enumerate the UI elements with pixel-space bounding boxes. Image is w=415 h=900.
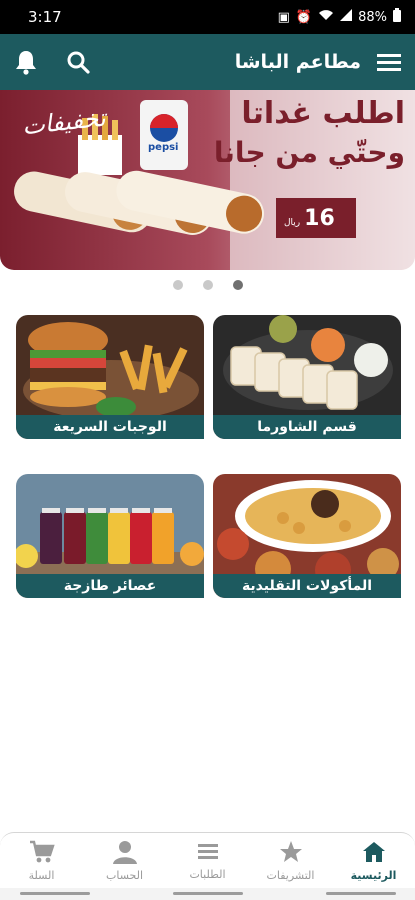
signal-icon: [340, 9, 353, 25]
nav-item-account[interactable]: الحساب: [85, 840, 165, 882]
sim-icon: ▣: [277, 9, 290, 25]
nav-label: السلة: [28, 868, 55, 882]
gesture-bar[interactable]: [326, 892, 396, 895]
nav-label: التشريفات: [266, 868, 315, 882]
banner-currency: ريال: [284, 218, 301, 228]
search-icon[interactable]: [64, 48, 92, 76]
nav-item-home[interactable]: الرئيسية: [334, 840, 414, 882]
carousel-dot-active[interactable]: [232, 280, 243, 290]
category-label: المأكولات التقليدية: [213, 574, 401, 598]
gesture-bar[interactable]: [20, 892, 90, 895]
banner-headline-2: وحتّي من جانا: [213, 136, 405, 169]
nav-item-cart[interactable]: السلة: [2, 840, 82, 882]
carousel-dot[interactable]: [172, 280, 183, 290]
carousel-indicator: [0, 280, 415, 290]
banner-brand: pepsi: [148, 142, 179, 153]
battery-icon: [393, 8, 401, 26]
list-icon: [197, 841, 219, 866]
category-card-juices[interactable]: عصائر طازجة: [16, 474, 204, 598]
carousel-dot[interactable]: [202, 280, 213, 290]
category-card-traditional[interactable]: المأكولات التقليدية: [213, 474, 401, 598]
nav-label: الحساب: [105, 868, 144, 882]
status-icons: ▣ ⏰ 88%: [278, 8, 401, 26]
category-label: قسم الشاورما: [213, 415, 401, 439]
user-icon: [112, 840, 137, 867]
category-card-shawarma[interactable]: قسم الشاورما: [213, 315, 401, 439]
gesture-bar[interactable]: [173, 892, 243, 895]
category-label: عصائر طازجة: [16, 574, 204, 598]
status-time: 3:17: [28, 8, 62, 26]
banner-headline-1: اطلب غداتا: [241, 96, 405, 131]
wifi-icon: [318, 9, 334, 25]
banner-price: 16: [304, 206, 335, 231]
category-label: الوجبات السريعة: [16, 415, 204, 439]
nav-item-orders[interactable]: الطلبات: [168, 841, 248, 881]
status-bar: 3:17 ▣ ⏰ 88%: [0, 0, 415, 34]
banner-price-tag: ريال 16: [284, 206, 354, 231]
cart-icon: [29, 840, 55, 867]
app-bar: مطاعم الباشا: [0, 34, 415, 90]
nav-item-honors[interactable]: التشريفات: [251, 840, 331, 882]
menu-icon[interactable]: [375, 48, 403, 76]
category-card-fast-food[interactable]: الوجبات السريعة: [16, 315, 204, 439]
battery-level: 88%: [358, 9, 387, 25]
alarm-icon: ⏰: [295, 9, 313, 25]
app-title: مطاعم الباشا: [234, 51, 361, 73]
nav-label: الطلبات: [189, 867, 226, 881]
bell-icon[interactable]: [12, 48, 40, 76]
nav-label: الرئيسية: [350, 868, 397, 882]
star-icon: [279, 840, 303, 867]
home-icon: [362, 840, 386, 867]
bottom-nav: السلة الحساب الطلبات التشريفات الرئيسية: [0, 832, 415, 888]
promo-banner[interactable]: تخفيفات pepsi اطلب غداتا وحتّي من جانا ر…: [0, 90, 415, 270]
